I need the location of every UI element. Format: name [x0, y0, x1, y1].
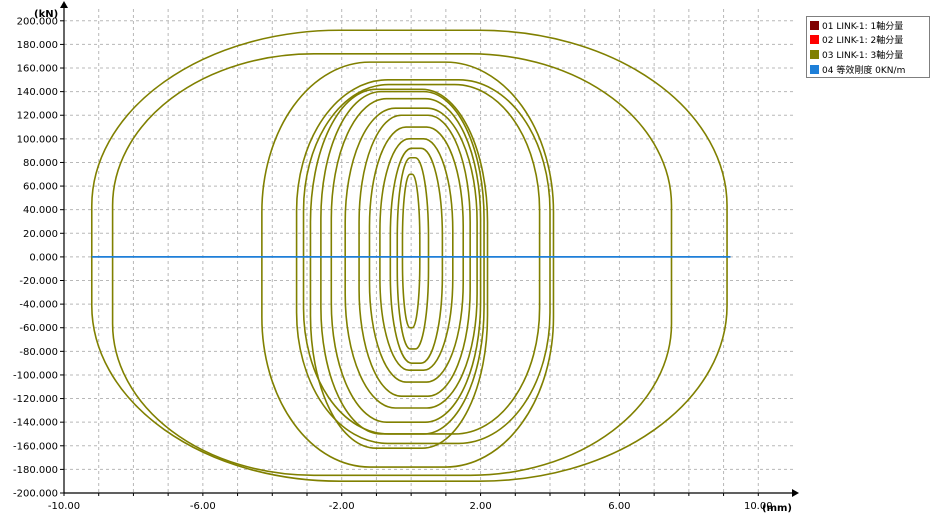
y-tick-label: 180.000: [17, 40, 58, 51]
series-3: [90, 29, 728, 482]
legend-label: 01 LINK-1: 1軸分量: [822, 21, 904, 32]
x-tick-label: -10.00: [48, 501, 80, 512]
y-tick-label: -140.000: [13, 418, 58, 429]
legend-label: 04 等效剛度 0KN/m: [822, 65, 906, 76]
x-tick-label: 2.00: [469, 501, 491, 512]
y-tick-label: -80.000: [19, 347, 58, 358]
legend-item: 04 等效剛度 0KN/m: [810, 62, 927, 77]
y-tick-label: 100.000: [17, 134, 58, 145]
legend-item: 02 LINK-1: 2軸分量: [810, 33, 927, 48]
y-tick-label: 20.000: [23, 229, 58, 240]
hysteresis-loop: [368, 126, 465, 383]
hysteresis-loop: [261, 61, 555, 468]
y-tick-label: 140.000: [17, 87, 58, 98]
legend-swatch: [810, 20, 819, 30]
legend-label: 02 LINK-1: 2軸分量: [822, 36, 904, 47]
y-tick-label: -40.000: [19, 300, 58, 311]
y-tick-label: 160.000: [17, 64, 58, 75]
y-tick-label: 0.000: [29, 252, 58, 263]
x-tick-label: 6.00: [608, 501, 630, 512]
y-tick-label: -20.000: [19, 276, 58, 287]
y-tick-label: -60.000: [19, 323, 58, 334]
hysteresis-chart: 200.000180.000160.000140.000120.000100.0…: [13, 1, 799, 514]
y-tick-label: 40.000: [23, 205, 58, 216]
y-tick-label: -200.000: [13, 489, 58, 500]
y-axis-arrow: [60, 1, 68, 8]
legend-item: 01 LINK-1: 1軸分量: [810, 18, 927, 33]
y-tick-label: -100.000: [13, 370, 58, 381]
legend-label: 03 LINK-1: 3軸分量: [822, 50, 904, 61]
hysteresis-loop: [389, 147, 444, 364]
x-axis-unit-label: (mm): [762, 503, 792, 514]
y-tick-label: -180.000: [13, 465, 58, 476]
y-tick-label: -120.000: [13, 394, 58, 405]
y-tick-label: 60.000: [23, 182, 58, 193]
y-tick-label: -160.000: [13, 441, 58, 452]
y-axis-unit-label: (kN): [34, 9, 58, 20]
y-tick-label: 120.000: [17, 111, 58, 122]
legend-swatch: [810, 64, 819, 74]
legend: 01 LINK-1: 1軸分量 02 LINK-1: 2軸分量 03 LINK-1:…: [806, 16, 930, 78]
x-tick-label: -6.00: [190, 501, 216, 512]
legend-swatch: [810, 35, 819, 45]
x-tick-label: -2.00: [329, 501, 355, 512]
tick-labels: 200.000180.000160.000140.000120.000100.0…: [13, 16, 773, 512]
legend-item: 03 LINK-1: 3軸分量: [810, 47, 927, 62]
legend-swatch: [810, 49, 819, 59]
y-tick-label: 80.000: [23, 158, 58, 169]
